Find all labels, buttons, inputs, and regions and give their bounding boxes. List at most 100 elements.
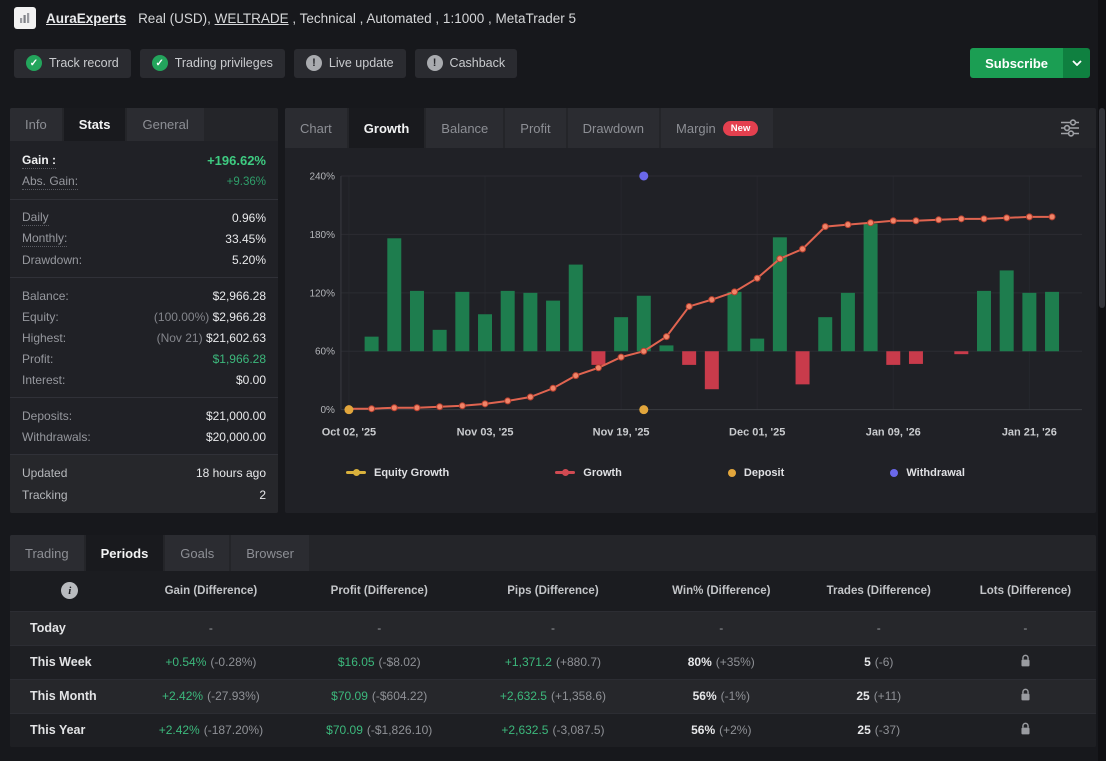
growth-point[interactable] bbox=[414, 405, 420, 411]
loss-bar[interactable] bbox=[705, 351, 719, 389]
growth-point[interactable] bbox=[527, 394, 533, 400]
legend-withdrawal[interactable]: Withdrawal bbox=[890, 467, 965, 479]
gain-bar[interactable] bbox=[659, 345, 673, 351]
info-icon[interactable]: i bbox=[61, 582, 78, 599]
tab-info[interactable]: Info bbox=[10, 108, 62, 141]
gain-bar[interactable] bbox=[387, 238, 401, 351]
loss-bar[interactable] bbox=[886, 351, 900, 365]
subscribe-dropdown-button[interactable] bbox=[1063, 48, 1090, 78]
scrollbar-thumb[interactable] bbox=[1099, 108, 1105, 308]
tab-periods[interactable]: Periods bbox=[86, 535, 164, 571]
tab-stats[interactable]: Stats bbox=[64, 108, 126, 141]
growth-point[interactable] bbox=[595, 365, 601, 371]
gain-bar[interactable] bbox=[410, 291, 424, 351]
growth-point[interactable] bbox=[391, 405, 397, 411]
gain-bar[interactable] bbox=[728, 292, 742, 351]
growth-point[interactable] bbox=[958, 216, 964, 222]
gain-bar[interactable] bbox=[433, 330, 447, 351]
growth-point[interactable] bbox=[618, 354, 624, 360]
growth-line[interactable] bbox=[349, 217, 1052, 409]
growth-point[interactable] bbox=[482, 401, 488, 407]
growth-point[interactable] bbox=[754, 275, 760, 281]
subscribe-button[interactable]: Subscribe bbox=[970, 48, 1063, 78]
gain-bar[interactable] bbox=[546, 301, 560, 352]
badge-trading-privileges[interactable]: ✓Trading privileges bbox=[140, 49, 285, 78]
gain-bar[interactable] bbox=[365, 337, 379, 352]
tab-profit[interactable]: Profit bbox=[505, 108, 565, 148]
growth-point[interactable] bbox=[573, 373, 579, 379]
growth-point[interactable] bbox=[505, 398, 511, 404]
growth-point[interactable] bbox=[369, 406, 375, 412]
gain-bar[interactable] bbox=[501, 291, 515, 351]
gain-bar[interactable] bbox=[614, 317, 628, 351]
growth-point[interactable] bbox=[686, 303, 692, 309]
growth-point[interactable] bbox=[550, 385, 556, 391]
loss-bar[interactable] bbox=[909, 351, 923, 364]
legend-deposit[interactable]: Deposit bbox=[728, 467, 784, 479]
gain-bar[interactable] bbox=[773, 237, 787, 351]
chart-settings-icon[interactable] bbox=[1058, 117, 1082, 144]
withdrawal-marker[interactable] bbox=[639, 171, 648, 180]
badge-track-record[interactable]: ✓Track record bbox=[14, 49, 131, 78]
growth-point[interactable] bbox=[641, 348, 647, 354]
growth-point[interactable] bbox=[1004, 215, 1010, 221]
loss-bar[interactable] bbox=[796, 351, 810, 384]
account-name-link[interactable]: AuraExperts bbox=[46, 11, 126, 26]
badge-cashback[interactable]: !Cashback bbox=[415, 49, 518, 78]
deposit-marker[interactable] bbox=[344, 405, 353, 414]
gain-bar[interactable] bbox=[818, 317, 832, 351]
tab-browser[interactable]: Browser bbox=[231, 535, 309, 571]
gain-bar[interactable] bbox=[864, 224, 878, 352]
growth-point[interactable] bbox=[913, 218, 919, 224]
badge-live-update[interactable]: !Live update bbox=[294, 49, 406, 78]
growth-point[interactable] bbox=[981, 216, 987, 222]
growth-point[interactable] bbox=[822, 224, 828, 230]
tab-label: Margin bbox=[676, 121, 716, 136]
gain-bar[interactable] bbox=[977, 291, 991, 351]
growth-point[interactable] bbox=[868, 220, 874, 226]
growth-point[interactable] bbox=[459, 403, 465, 409]
gain-bar[interactable] bbox=[841, 293, 855, 351]
subscribe-split-button[interactable]: Subscribe bbox=[970, 48, 1090, 78]
stat-row-tracking: Tracking2 bbox=[22, 484, 266, 506]
growth-point[interactable] bbox=[732, 289, 738, 295]
chart-plot-area[interactable]: 0%60%120%180%240%Oct 02, '25Nov 03, '25N… bbox=[291, 154, 1090, 459]
loss-bar[interactable] bbox=[591, 351, 605, 365]
tab-general[interactable]: General bbox=[127, 108, 203, 141]
gain-bar[interactable] bbox=[523, 293, 537, 351]
legend-equity-growth[interactable]: Equity Growth bbox=[346, 467, 449, 479]
broker-link[interactable]: WELTRADE bbox=[215, 11, 289, 26]
gain-bar[interactable] bbox=[1022, 293, 1036, 351]
tab-chart[interactable]: Chart bbox=[285, 108, 347, 148]
tab-drawdown[interactable]: Drawdown bbox=[568, 108, 659, 148]
tab-margin[interactable]: MarginNew bbox=[661, 108, 773, 148]
growth-point[interactable] bbox=[1049, 214, 1055, 220]
deposit-marker[interactable] bbox=[639, 405, 648, 414]
growth-point[interactable] bbox=[1026, 214, 1032, 220]
growth-point[interactable] bbox=[437, 404, 443, 410]
loss-bar[interactable] bbox=[954, 351, 968, 354]
gain-bar[interactable] bbox=[1045, 292, 1059, 351]
scrollbar-track[interactable] bbox=[1098, 0, 1106, 761]
loss-bar[interactable] bbox=[682, 351, 696, 365]
legend-growth[interactable]: Growth bbox=[555, 467, 622, 479]
tab-growth[interactable]: Growth bbox=[349, 108, 425, 148]
gain-bar[interactable] bbox=[637, 296, 651, 352]
legend-label: Withdrawal bbox=[906, 467, 965, 479]
growth-point[interactable] bbox=[777, 256, 783, 262]
table-cell bbox=[955, 713, 1096, 747]
gain-bar[interactable] bbox=[478, 314, 492, 351]
gain-bar[interactable] bbox=[455, 292, 469, 351]
tab-balance[interactable]: Balance bbox=[426, 108, 503, 148]
tab-goals[interactable]: Goals bbox=[165, 535, 229, 571]
growth-point[interactable] bbox=[709, 297, 715, 303]
growth-point[interactable] bbox=[936, 217, 942, 223]
growth-point[interactable] bbox=[890, 218, 896, 224]
gain-bar[interactable] bbox=[1000, 270, 1014, 351]
tab-trading[interactable]: Trading bbox=[10, 535, 84, 571]
gain-bar[interactable] bbox=[750, 339, 764, 352]
growth-point[interactable] bbox=[800, 246, 806, 252]
growth-point[interactable] bbox=[663, 334, 669, 340]
gain-bar[interactable] bbox=[569, 265, 583, 352]
growth-point[interactable] bbox=[845, 222, 851, 228]
